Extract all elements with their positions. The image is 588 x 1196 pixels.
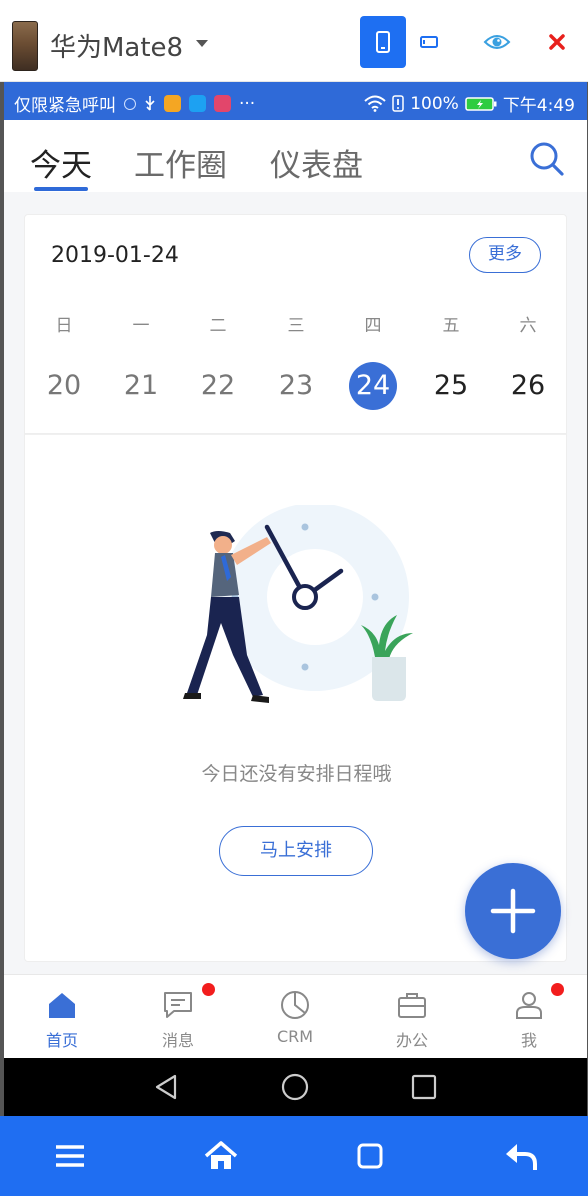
home-circle-icon[interactable] [279, 1071, 311, 1103]
unread-badge [202, 983, 215, 996]
app-header: 今天 工作圈 仪表盘 [4, 120, 587, 192]
nfc-icon [124, 97, 136, 110]
day-cell[interactable]: 26 [498, 361, 558, 411]
nav-label: 消息 [161, 1031, 194, 1050]
plus-icon [490, 888, 536, 934]
nav-label: 我 [520, 1031, 537, 1050]
day-cell[interactable]: 22 [188, 361, 248, 411]
day-cell-selected[interactable]: 24 [343, 361, 403, 411]
schedule-now-button[interactable]: 马上安排 [219, 826, 373, 876]
tab-dashboard[interactable]: 仪表盘 [270, 140, 363, 185]
weekday-label: 三 [287, 316, 305, 336]
day-number: 26 [510, 370, 546, 401]
nav-label: 办公 [395, 1031, 428, 1050]
screen-root: 华为Mate8 仅限紧急呼叫 ··· 100% 下午4:49 今天 工作圈 仪表… [0, 0, 588, 1196]
battery-icon [465, 96, 497, 111]
tablet-view-icon [420, 36, 438, 48]
more-notifications-icon: ··· [239, 93, 256, 114]
close-button[interactable] [534, 16, 580, 68]
app-notification-icon [164, 95, 181, 112]
day-cell[interactable]: 21 [111, 361, 171, 411]
calendar-card: 2019-01-24 更多 日 一 二 三 四 五 六 20 21 22 23 … [24, 214, 567, 434]
day-number: 24 [355, 370, 391, 401]
app-notification-icon [214, 95, 231, 112]
weekday-label: 四 [364, 316, 382, 336]
weekday-label: 五 [442, 316, 460, 336]
message-icon [164, 992, 192, 1018]
home-icon [49, 993, 75, 1018]
nav-item-me[interactable]: 我 [471, 975, 587, 1058]
tab-today[interactable]: 今天 [30, 140, 92, 185]
day-number: 23 [278, 370, 314, 401]
search-icon [530, 142, 564, 176]
add-schedule-button[interactable] [465, 863, 561, 959]
status-bar-left: 仅限紧急呼叫 ··· [14, 91, 256, 117]
tab-work-circle[interactable]: 工作圈 [134, 140, 227, 185]
day-number: 25 [433, 370, 469, 401]
close-icon [549, 34, 565, 50]
bottom-navigation: 首页 消息 CRM 办公 我 [4, 974, 587, 1058]
nav-label: CRM [276, 1027, 314, 1046]
menu-icon[interactable] [52, 1138, 88, 1174]
pie-chart-icon [281, 991, 309, 1019]
home-icon[interactable] [203, 1138, 239, 1174]
day-number: 20 [46, 370, 82, 401]
search-button[interactable] [527, 140, 567, 180]
overview-square-icon[interactable] [352, 1138, 388, 1174]
phone-view-button[interactable] [360, 16, 406, 68]
weekday-label: 二 [209, 316, 227, 336]
more-button[interactable]: 更多 [469, 237, 541, 273]
day-number: 22 [200, 370, 236, 401]
nav-item-home[interactable]: 首页 [4, 975, 120, 1058]
user-icon [516, 992, 542, 1019]
day-number: 21 [123, 370, 159, 401]
battery-percent: 100% [410, 93, 459, 114]
weekday-label: 一 [132, 316, 150, 336]
empty-schedule-message: 今日还没有安排日程哦 [201, 763, 392, 785]
tablet-view-button[interactable] [406, 16, 452, 68]
nav-item-office[interactable]: 办公 [354, 975, 470, 1058]
weekday-label: 日 [55, 316, 73, 336]
app-notification-icon [189, 95, 206, 112]
status-bar-right: 100% 下午4:49 [364, 91, 575, 116]
remote-control-toolbar [0, 1116, 588, 1196]
clock: 下午4:49 [502, 96, 575, 116]
eye-icon [483, 35, 511, 49]
weekday-label: 六 [519, 316, 537, 336]
android-navigation-bar [4, 1058, 587, 1116]
device-name[interactable]: 华为Mate8 [50, 27, 183, 64]
phone-view-icon [376, 31, 390, 53]
status-bar: 仅限紧急呼叫 ··· 100% 下午4:49 [4, 82, 587, 120]
phone-screen: 仅限紧急呼叫 ··· 100% 下午4:49 今天 工作圈 仪表盘 2019-0… [4, 82, 587, 1058]
weekday-header: 日 一 二 三 四 五 六 [25, 311, 568, 337]
device-thumbnail [12, 21, 38, 71]
usb-icon [145, 96, 155, 111]
nav-item-messages[interactable]: 消息 [120, 975, 236, 1058]
preview-button[interactable] [474, 16, 520, 68]
empty-schedule-illustration [183, 505, 413, 703]
back-triangle-icon[interactable] [151, 1071, 183, 1103]
return-icon[interactable] [503, 1138, 539, 1174]
sim-alert-icon [392, 95, 404, 112]
unread-badge [551, 983, 564, 996]
briefcase-icon [398, 993, 426, 1018]
day-row: 20 21 22 23 24 25 26 [25, 361, 568, 411]
calendar-date: 2019-01-24 [51, 243, 179, 268]
active-tab-indicator [34, 187, 88, 191]
chevron-down-icon[interactable] [196, 40, 208, 47]
carrier-text: 仅限紧急呼叫 [14, 96, 116, 116]
day-cell[interactable]: 25 [421, 361, 481, 411]
recent-apps-icon[interactable] [408, 1071, 440, 1103]
wifi-icon [364, 95, 386, 112]
nav-label: 首页 [45, 1031, 78, 1050]
nav-item-crm[interactable]: CRM [237, 975, 353, 1058]
day-cell[interactable]: 20 [34, 361, 94, 411]
device-toolbar: 华为Mate8 [0, 0, 588, 82]
day-cell[interactable]: 23 [266, 361, 326, 411]
